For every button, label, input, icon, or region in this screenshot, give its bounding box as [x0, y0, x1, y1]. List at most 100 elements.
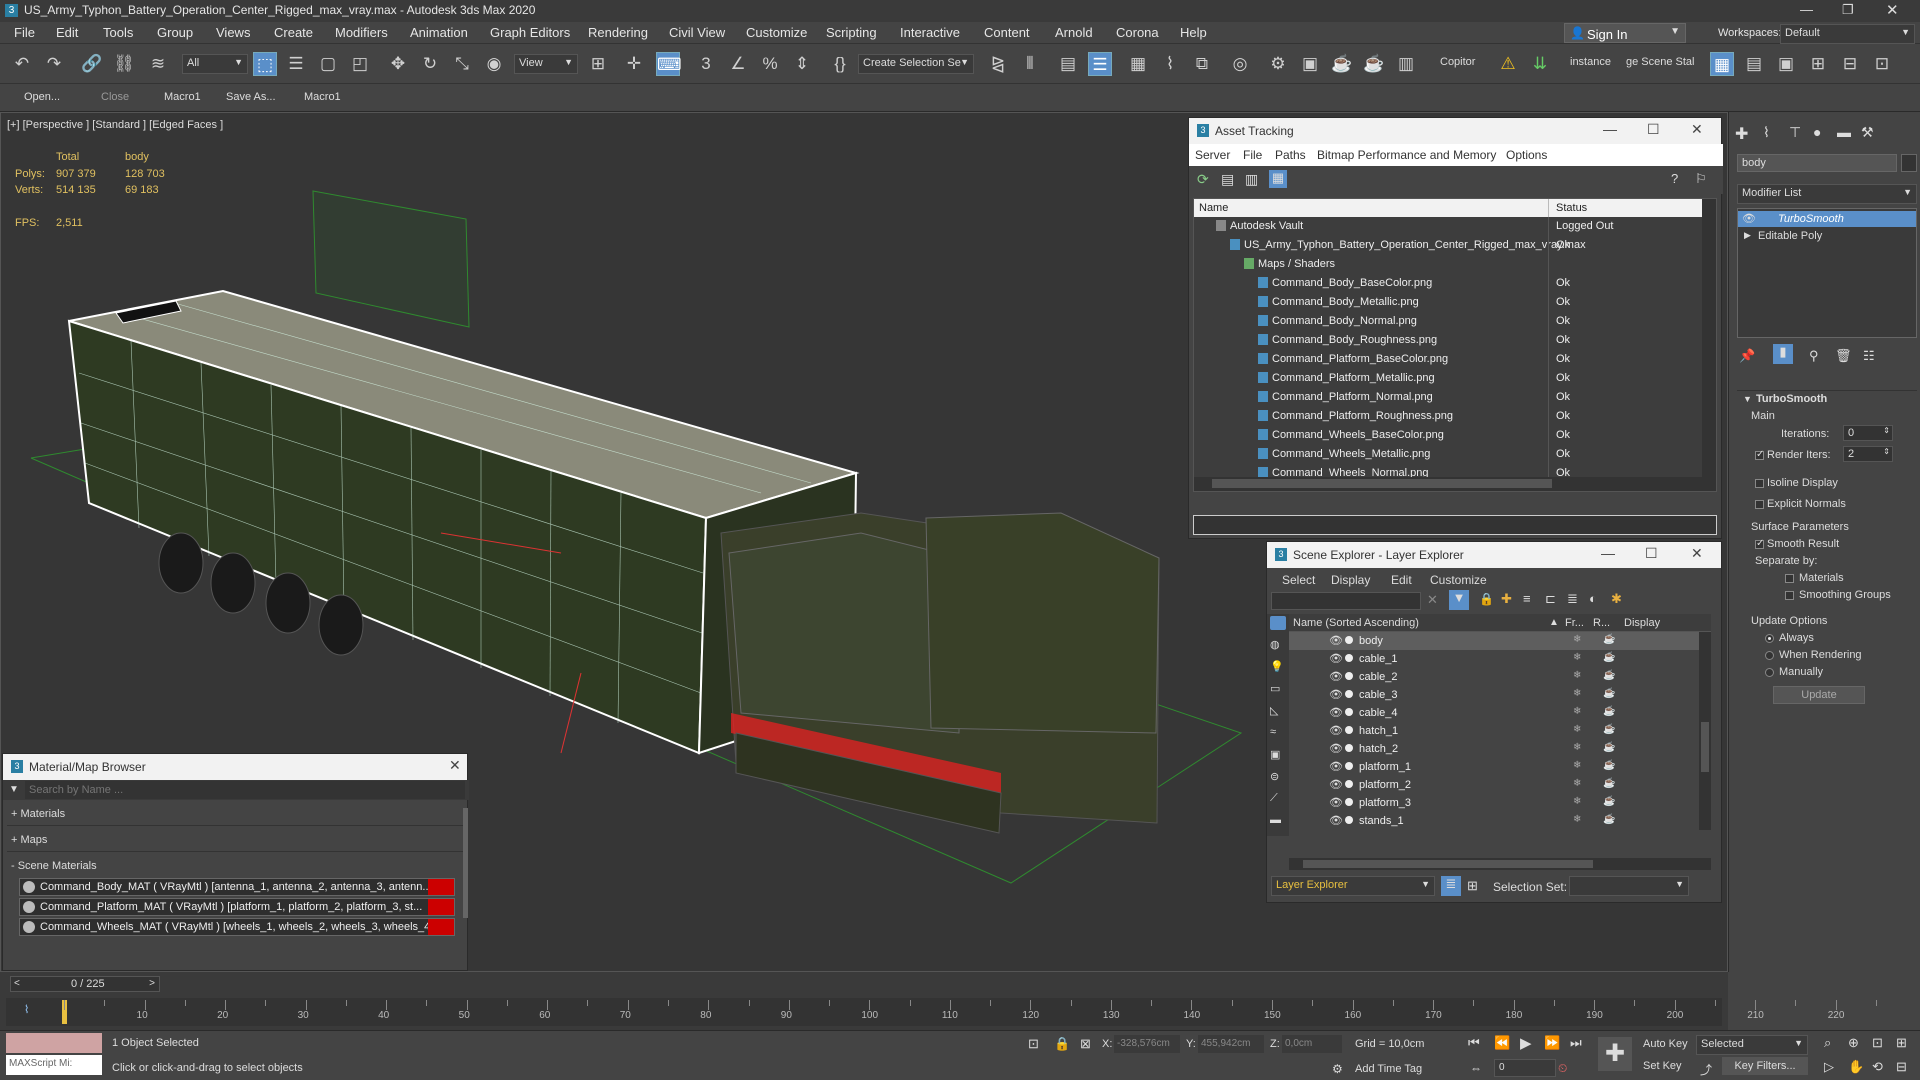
- iterations-spinner[interactable]: 0 ⇕: [1843, 425, 1893, 441]
- maps-section[interactable]: + Maps: [7, 830, 463, 852]
- render-dot-icon[interactable]: [1345, 726, 1353, 734]
- explorer-item[interactable]: 👁 cable_1 ❄ ☕: [1289, 650, 1699, 668]
- menu-bitmap-performance[interactable]: Bitmap Performance and Memory: [1317, 148, 1496, 162]
- maxscript-mini-listener[interactable]: MAXScript Mi:: [6, 1055, 102, 1075]
- eye-icon[interactable]: 👁: [1329, 724, 1343, 737]
- freeze-icon[interactable]: ❄: [1573, 652, 1581, 663]
- object-name-input[interactable]: body: [1737, 154, 1897, 172]
- pin-icon[interactable]: ⚐: [1695, 171, 1707, 187]
- orbit-icon[interactable]: ⟲: [1872, 1059, 1883, 1075]
- teapot-icon[interactable]: ☕: [1603, 742, 1615, 753]
- scale-icon[interactable]: ⤡: [450, 52, 474, 76]
- table-view-icon[interactable]: ▦: [1269, 170, 1287, 188]
- object-color-swatch[interactable]: [1901, 154, 1917, 172]
- material-search-input[interactable]: [25, 781, 465, 799]
- set-key-button[interactable]: Set Key: [1640, 1057, 1692, 1075]
- display-spacewarps-icon[interactable]: ≈: [1270, 726, 1276, 738]
- time-config-icon[interactable]: ⏲: [1558, 1061, 1567, 1076]
- isolate-selection-icon[interactable]: ⊡: [1028, 1036, 1039, 1052]
- maximize-toggle-icon[interactable]: ⊟: [1896, 1059, 1907, 1075]
- render-dot-icon[interactable]: [1345, 708, 1353, 716]
- rectangular-selection-icon[interactable]: ▢: [316, 52, 340, 76]
- scene-search-input[interactable]: [1271, 592, 1421, 610]
- select-manipulate-icon[interactable]: ✛: [622, 52, 646, 76]
- spinner-snap-icon[interactable]: ⇕: [790, 52, 814, 76]
- key-filters-button[interactable]: Key Filters...: [1722, 1057, 1808, 1075]
- track-bar[interactable]: ⌇ 10 20 30 40 50 60 70 80 90 100 110 120 130 140 150 16…: [6, 998, 1877, 1026]
- menu-create[interactable]: Create: [274, 25, 313, 40]
- select-by-name-icon[interactable]: ☰: [284, 52, 308, 76]
- render-iterative-icon[interactable]: ☕: [1362, 52, 1386, 76]
- next-key-icon[interactable]: ⏩: [1544, 1035, 1560, 1051]
- modify-tab-icon[interactable]: ⌇: [1763, 124, 1770, 141]
- detail-view-icon[interactable]: ▥: [1245, 171, 1258, 188]
- eye-icon[interactable]: 👁: [1329, 760, 1343, 773]
- stack-item-turbosmooth[interactable]: 👁 TurboSmooth: [1738, 211, 1916, 227]
- go-to-start-icon[interactable]: ⏮: [1468, 1035, 1480, 1051]
- freeze-icon[interactable]: ❄: [1573, 814, 1581, 825]
- window-crossing-icon[interactable]: ◰: [348, 52, 372, 76]
- macro1-button[interactable]: Macro1: [164, 91, 201, 103]
- layers-icon[interactable]: ≡: [1523, 591, 1531, 606]
- column-freeze[interactable]: Fr...: [1565, 617, 1584, 629]
- freeze-icon[interactable]: ❄: [1573, 796, 1581, 807]
- stack-icon[interactable]: ≣: [1567, 591, 1578, 607]
- zoom-icon[interactable]: ⌕: [1824, 1035, 1831, 1051]
- instance-label[interactable]: instance: [1570, 56, 1611, 68]
- menu-customize[interactable]: Customize: [746, 25, 807, 40]
- smooth-result-checkbox[interactable]: ✓: [1755, 538, 1764, 549]
- menu-rendering[interactable]: Rendering: [588, 25, 648, 40]
- display-all-icon[interactable]: [1270, 616, 1286, 630]
- freeze-icon[interactable]: ❄: [1573, 742, 1581, 753]
- isoline-checkbox[interactable]: [1755, 479, 1764, 488]
- teapot-icon[interactable]: ☕: [1603, 724, 1615, 735]
- update-button[interactable]: Update: [1773, 686, 1865, 704]
- menu-file[interactable]: File: [14, 25, 35, 40]
- asset-path-field[interactable]: [1193, 515, 1717, 535]
- teapot-icon[interactable]: ☕: [1603, 652, 1615, 663]
- freeze-icon[interactable]: ❄: [1573, 760, 1581, 771]
- render-cloud-icon[interactable]: ▥: [1394, 52, 1418, 76]
- column-name-sorted[interactable]: Name (Sorted Ascending): [1293, 617, 1419, 629]
- curve-editor-icon[interactable]: ⌇: [1158, 52, 1182, 76]
- current-frame-field[interactable]: 0: [1494, 1059, 1556, 1077]
- rotate-icon[interactable]: ↻: [418, 52, 442, 76]
- asset-row[interactable]: Maps / Shaders: [1194, 255, 1702, 274]
- column-status[interactable]: Status: [1556, 202, 1587, 214]
- vertical-scrollbar[interactable]: [1702, 199, 1716, 477]
- remove-modifier-icon[interactable]: 🗑: [1835, 348, 1852, 364]
- explorer-item[interactable]: 👁 stands_1 ❄ ☕: [1289, 812, 1699, 830]
- go-to-end-icon[interactable]: ⏭: [1570, 1035, 1582, 1051]
- menu-views[interactable]: Views: [216, 25, 250, 40]
- explorer-item[interactable]: 👁 platform_1 ❄ ☕: [1289, 758, 1699, 776]
- asset-row[interactable]: Command_Platform_Normal.png Ok: [1194, 388, 1702, 407]
- angle-snap-icon[interactable]: ∠: [726, 52, 750, 76]
- explorer-item[interactable]: 👁 body ❄ ☕: [1289, 632, 1699, 650]
- viewport-layout-icon[interactable]: ▦: [1710, 52, 1734, 76]
- display-bones-icon[interactable]: ⟋: [1270, 792, 1278, 805]
- freeze-icon[interactable]: ❄: [1573, 778, 1581, 789]
- asset-row[interactable]: Command_Wheels_BaseColor.png Ok: [1194, 426, 1702, 445]
- eye-icon[interactable]: 👁: [1329, 706, 1343, 719]
- asset-row[interactable]: Command_Platform_BaseColor.png Ok: [1194, 350, 1702, 369]
- undo-icon[interactable]: ↶: [10, 52, 34, 76]
- teapot-icon[interactable]: ☕: [1603, 796, 1615, 807]
- unlink-icon[interactable]: ⛓: [112, 52, 136, 76]
- close-icon[interactable]: ✕: [1886, 1, 1899, 19]
- named-selection-dropdown[interactable]: Create Selection Se ▼: [858, 54, 974, 74]
- eye-icon[interactable]: 👁: [1329, 634, 1343, 647]
- teapot-icon[interactable]: ☕: [1603, 688, 1615, 699]
- time-tag-icon[interactable]: ⚙: [1332, 1062, 1343, 1076]
- play-icon[interactable]: ▶: [1520, 1034, 1532, 1052]
- maxscript-listener-output[interactable]: [6, 1033, 102, 1053]
- display-tab-icon[interactable]: ▬: [1837, 124, 1851, 140]
- save-as-button[interactable]: Save As...: [226, 91, 276, 103]
- menu-civil-view[interactable]: Civil View: [669, 25, 725, 40]
- eye-icon[interactable]: 👁: [1329, 778, 1343, 791]
- modifier-list-dropdown[interactable]: Modifier List ▼: [1737, 184, 1917, 204]
- render-dot-icon[interactable]: [1345, 762, 1353, 770]
- menu-group[interactable]: Group: [157, 25, 193, 40]
- workspace-dropdown[interactable]: Default ▼: [1780, 24, 1915, 44]
- mirror-icon[interactable]: ⧎: [986, 52, 1010, 76]
- link-icon[interactable]: 🔗: [80, 52, 104, 76]
